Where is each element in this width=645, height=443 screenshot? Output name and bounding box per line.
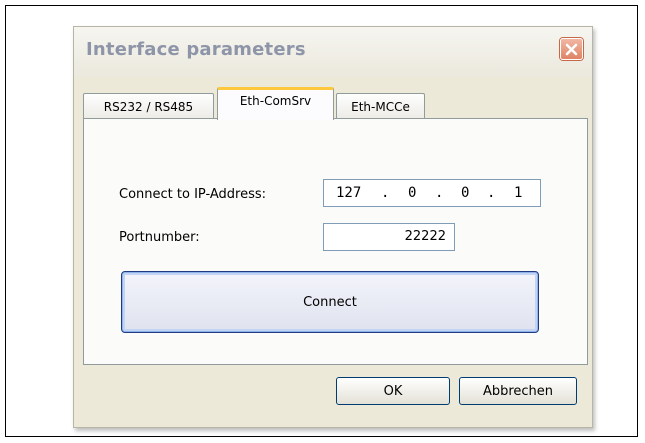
close-x-icon [565, 43, 578, 55]
close-button[interactable] [560, 38, 583, 60]
ok-button[interactable]: OK [336, 377, 450, 405]
tab-eth-mcce[interactable]: Eth-MCCe [336, 93, 425, 119]
ip-dot-separator: . [487, 185, 496, 201]
ip-octet-1[interactable]: 127 [336, 185, 361, 201]
connect-button[interactable]: Connect [121, 271, 539, 333]
ip-octet-2[interactable]: 0 [408, 185, 416, 201]
ip-address-field[interactable]: 127 . 0 . 0 . 1 [323, 179, 541, 207]
ip-octet-3[interactable]: 0 [461, 185, 469, 201]
tab-rs232-rs485[interactable]: RS232 / RS485 [83, 93, 214, 119]
title-bar[interactable]: Interface parameters [74, 27, 592, 77]
port-number-field[interactable]: 22222 [323, 223, 455, 251]
interface-parameters-dialog: Interface parameters RS232 / RS485 Eth-C… [73, 26, 593, 428]
cancel-button[interactable]: Abbrechen [459, 377, 577, 405]
tab-eth-comsrv[interactable]: Eth-ComSrv [217, 87, 334, 120]
port-number-label: Portnumber: [119, 230, 200, 245]
ip-dot-separator: . [435, 185, 444, 201]
ip-octet-4[interactable]: 1 [514, 185, 522, 201]
tab-panel-eth-comsrv: Connect to IP-Address: 127 . 0 . 0 . 1 P… [83, 118, 588, 365]
ip-address-label: Connect to IP-Address: [119, 187, 267, 202]
ip-dot-separator: . [381, 185, 390, 201]
dialog-title: Interface parameters [86, 39, 306, 60]
